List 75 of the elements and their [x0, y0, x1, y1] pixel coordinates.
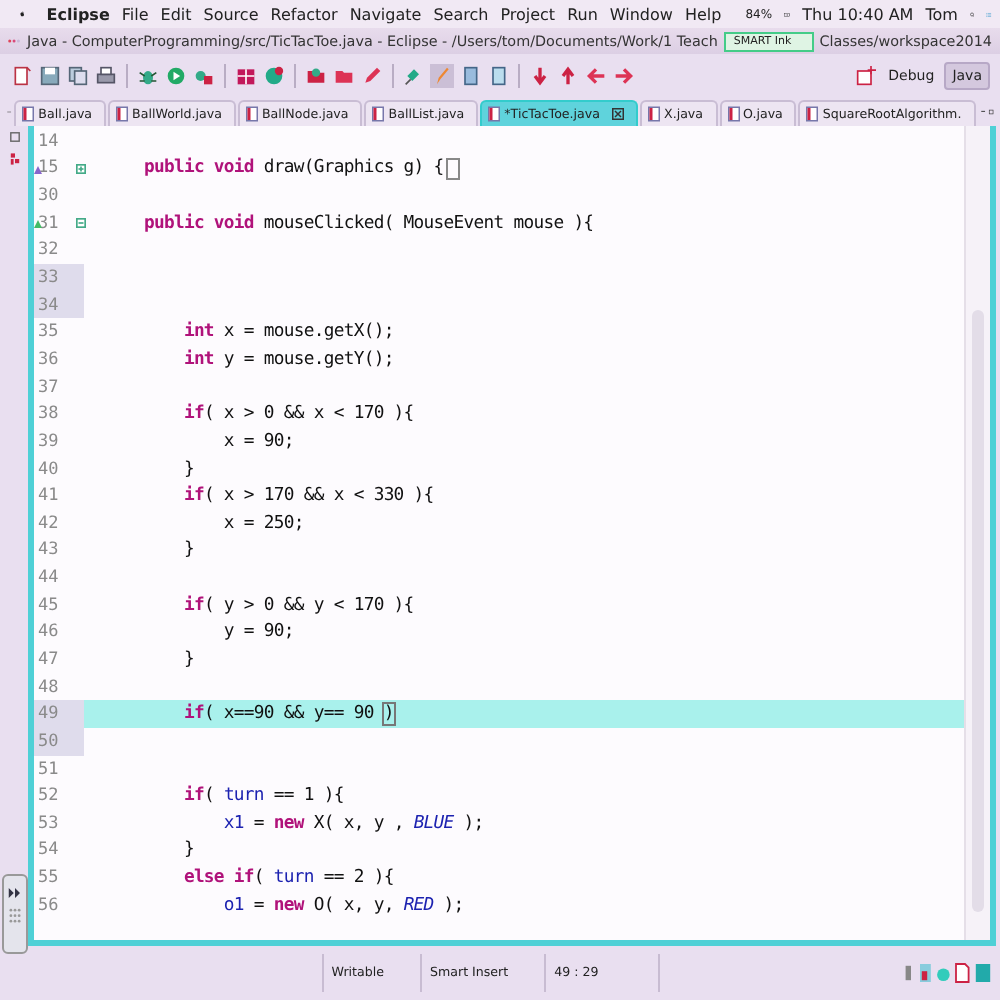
- code-line: public void mouseClicked( MouseEvent mouse ){: [141, 213, 594, 234]
- code-line: if( x==90 && y== 90 ): [181, 704, 394, 725]
- code-line: x1 = new X( x, y , BLUE );: [221, 813, 484, 834]
- back-arrow-icon[interactable]: [584, 63, 608, 87]
- fast-forward-icon[interactable]: [7, 888, 21, 898]
- fold-icon[interactable]: [76, 163, 86, 174]
- hierarchy-icon[interactable]: [7, 152, 21, 166]
- line-number: 48: [34, 673, 84, 701]
- folded-code-icon[interactable]: [445, 157, 460, 180]
- code-line: o1 = new O( x, y, RED );: [221, 895, 464, 916]
- annotation-down-icon[interactable]: [528, 63, 552, 87]
- save-icon[interactable]: [38, 63, 62, 87]
- new-file-icon[interactable]: [10, 63, 34, 87]
- line-number: 33: [34, 264, 84, 292]
- close-icon[interactable]: [612, 108, 624, 120]
- grip-icon[interactable]: [7, 906, 21, 928]
- package-icon[interactable]: [234, 63, 258, 87]
- run-icon[interactable]: [164, 63, 188, 87]
- java-file-icon: [245, 106, 258, 122]
- user-menu[interactable]: Tom: [925, 5, 958, 23]
- code-line: if( y > 0 && y < 170 ){: [181, 595, 414, 616]
- app-name-menu[interactable]: Eclipse: [46, 5, 110, 23]
- menu-item[interactable]: Source: [203, 5, 259, 23]
- print-icon[interactable]: [94, 63, 118, 87]
- forward-arrow-icon[interactable]: [612, 63, 636, 87]
- code-line: if( turn == 1 ){: [181, 786, 344, 807]
- menu-item[interactable]: Search: [433, 5, 489, 23]
- menu-item[interactable]: File: [121, 5, 149, 23]
- annotation-up-icon[interactable]: [556, 63, 580, 87]
- page-icon[interactable]: [458, 63, 482, 87]
- menu-clock[interactable]: Thu 10:40 AM: [802, 5, 914, 23]
- maximize-icon[interactable]: [987, 104, 995, 120]
- code-line: }: [181, 649, 194, 670]
- java-file-icon: [727, 106, 740, 122]
- code-line: public void draw(Graphics g) {: [141, 158, 444, 179]
- code-line: int y = mouse.getY();: [181, 349, 394, 370]
- code-line: if( x > 170 && x < 330 ){: [181, 486, 434, 507]
- class-icon[interactable]: [262, 63, 286, 87]
- fold-icon[interactable]: [76, 217, 86, 228]
- menu-item[interactable]: Window: [609, 5, 673, 23]
- java-file-icon: [116, 106, 129, 122]
- java-file-icon: [22, 106, 35, 122]
- java-file-icon: [488, 106, 501, 122]
- folder-icon[interactable]: [304, 63, 328, 87]
- restore-icon[interactable]: [7, 130, 21, 144]
- brush-icon[interactable]: [430, 63, 454, 87]
- code-line: if( x > 0 && x < 170 ){: [181, 404, 414, 425]
- override-marker-icon: [34, 219, 42, 228]
- code-line: else if( turn == 2 ){: [181, 868, 394, 889]
- code-line: x = 90;: [221, 431, 294, 452]
- menu-item[interactable]: Refactor: [270, 5, 338, 23]
- java-file-icon: [806, 106, 819, 122]
- code-line: y = 90;: [221, 622, 294, 643]
- menu-item[interactable]: Run: [567, 5, 598, 23]
- status-icons-drawing[interactable]: [902, 962, 993, 984]
- line-number: 34: [34, 291, 84, 319]
- line-number: 49: [34, 700, 84, 729]
- menu-item[interactable]: Help: [684, 5, 722, 23]
- code-line: }: [181, 459, 194, 479]
- code-line: }: [181, 540, 194, 561]
- pencil-icon[interactable]: [360, 63, 384, 87]
- window-controls-icon[interactable]: [8, 34, 21, 48]
- menu-item[interactable]: Navigate: [349, 5, 422, 23]
- code-line: int x = mouse.getX();: [181, 322, 394, 343]
- menu-item[interactable]: Project: [500, 5, 556, 23]
- open-perspective-icon[interactable]: [854, 63, 879, 87]
- override-marker-icon: [34, 165, 42, 174]
- copy-icon[interactable]: [66, 63, 90, 87]
- code-line: x = 250;: [221, 513, 304, 534]
- code-line: }: [181, 840, 194, 861]
- scrollbar[interactable]: [964, 126, 990, 940]
- line-number: 50: [34, 728, 84, 756]
- java-file-icon: [648, 106, 660, 122]
- menu-item[interactable]: Edit: [160, 5, 192, 23]
- java-file-icon: [372, 106, 385, 122]
